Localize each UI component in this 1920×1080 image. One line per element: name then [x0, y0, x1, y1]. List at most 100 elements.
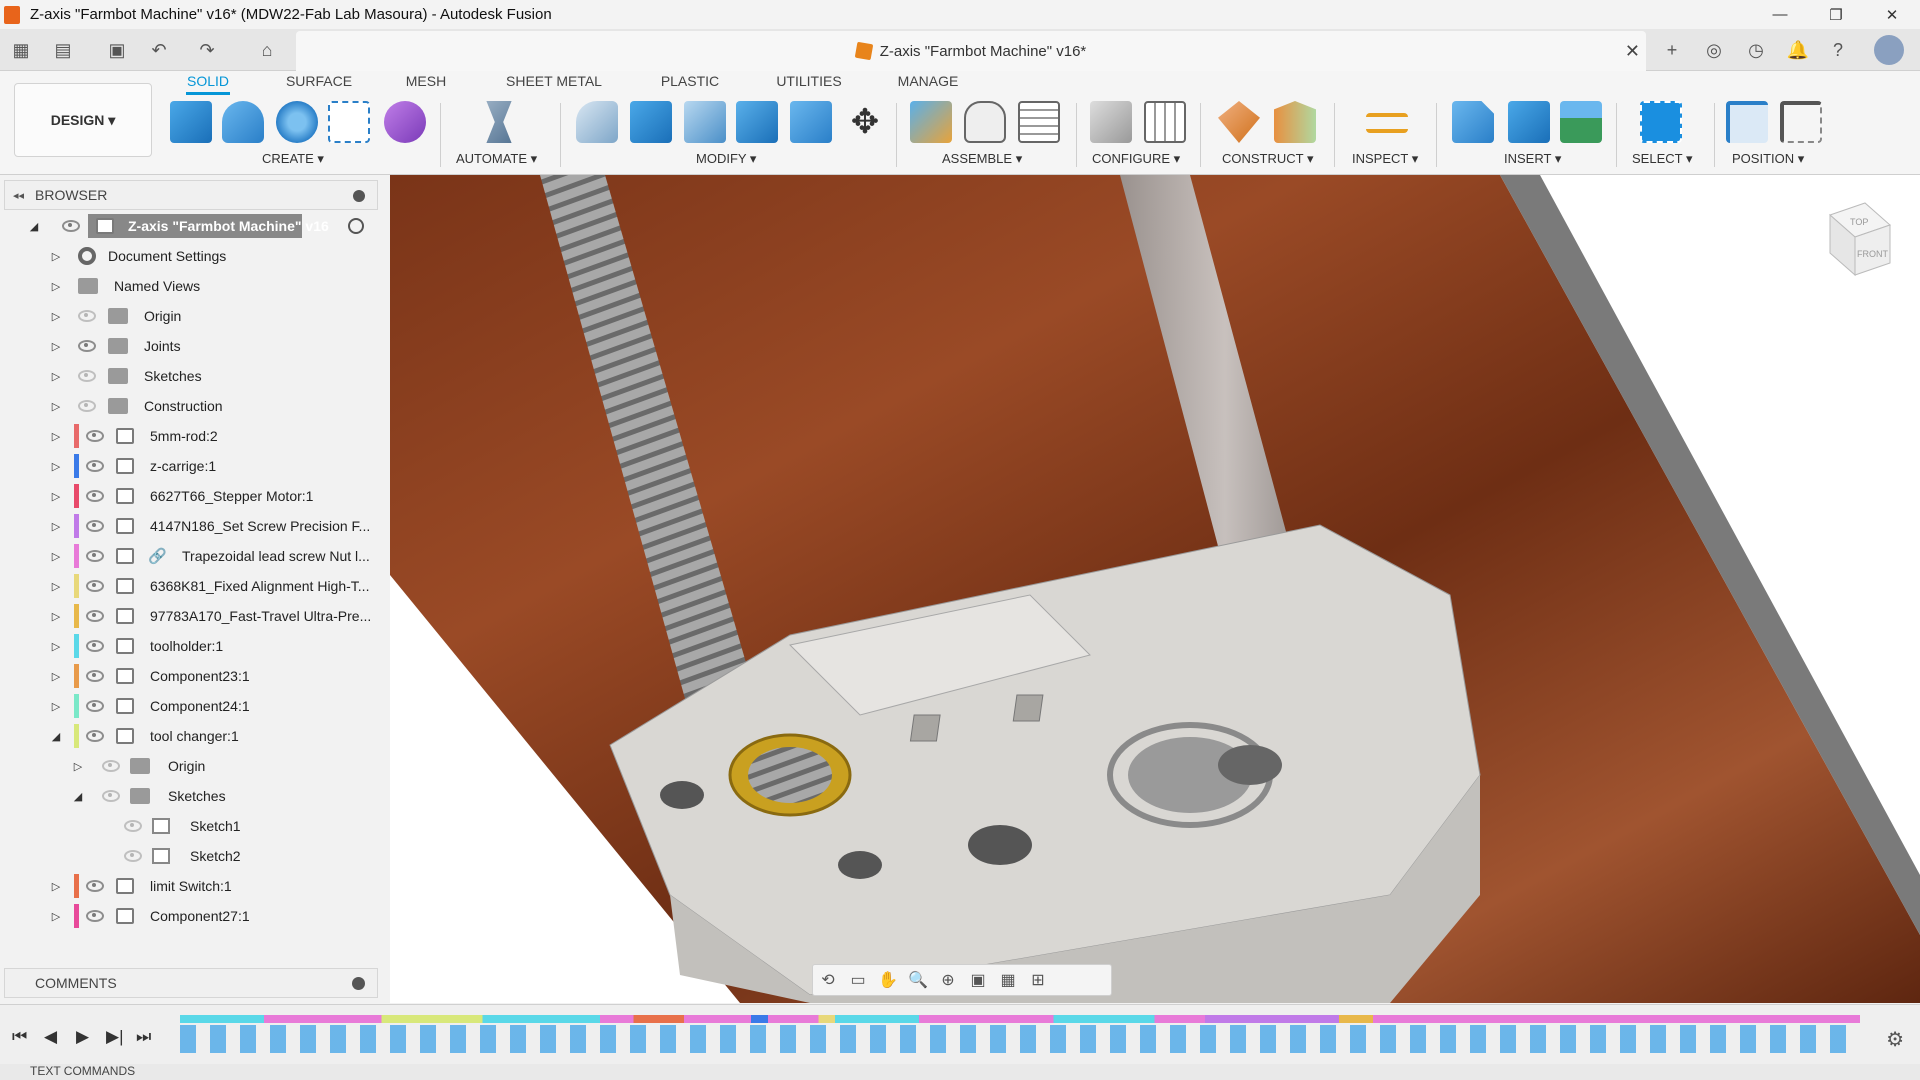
collapse-browser-icon[interactable]: ◂◂ — [13, 189, 24, 202]
view-cube[interactable]: TOP FRONT — [1810, 195, 1900, 285]
group-assemble[interactable]: ASSEMBLE ▾ — [942, 151, 1022, 167]
tab-plastic[interactable]: PLASTIC — [658, 73, 722, 95]
new-tab-plus-icon[interactable]: + — [1660, 38, 1684, 62]
collapse-triangle-icon[interactable]: ◢ — [72, 790, 84, 803]
home-icon[interactable]: ⌂ — [256, 39, 278, 61]
tree-item[interactable]: ▷ Sketches — [4, 362, 378, 390]
play-icon[interactable]: ▶ — [76, 1027, 89, 1047]
grid-settings-icon[interactable]: ▦ — [993, 970, 1023, 990]
joint-icon[interactable] — [964, 101, 1006, 143]
tree-item[interactable]: ◢ tool changer:1 — [4, 722, 378, 750]
go-to-end-icon[interactable]: ⏭ — [136, 1027, 151, 1047]
visibility-eye-icon[interactable] — [78, 310, 96, 322]
expand-triangle-icon[interactable]: ▷ — [50, 370, 62, 383]
group-create[interactable]: CREATE ▾ — [262, 151, 324, 167]
document-tab[interactable]: Z-axis "Farmbot Machine" v16* ✕ — [296, 31, 1646, 71]
visibility-eye-icon[interactable] — [86, 520, 104, 532]
close-window-button[interactable]: ✕ — [1864, 0, 1920, 29]
expand-triangle-icon[interactable]: ▷ — [50, 610, 62, 623]
tree-item[interactable]: ▷ Component24:1 — [4, 692, 378, 720]
expand-triangle-icon[interactable]: ▷ — [50, 430, 62, 443]
visibility-eye-icon[interactable] — [124, 820, 142, 832]
expand-triangle-icon[interactable]: ▷ — [50, 250, 62, 263]
document-close-button[interactable]: ✕ — [1625, 41, 1640, 62]
group-position[interactable]: POSITION ▾ — [1732, 151, 1804, 167]
tree-item[interactable]: ▷ Origin — [4, 302, 378, 330]
timeline-features[interactable] — [180, 1025, 1860, 1053]
notifications-bell-icon[interactable]: 🔔 — [1786, 38, 1810, 62]
visibility-eye-icon[interactable] — [86, 550, 104, 562]
revert-position-icon[interactable] — [1780, 101, 1822, 143]
tree-item[interactable]: ▷ Component27:1 — [4, 902, 378, 930]
look-at-icon[interactable]: ▭ — [843, 970, 873, 990]
data-panel-grid-icon[interactable]: ▦ — [10, 39, 32, 61]
visibility-eye-icon[interactable] — [86, 730, 104, 742]
insert-derive-icon[interactable] — [1452, 101, 1494, 143]
tree-item[interactable]: ▷ z-carrige:1 — [4, 452, 378, 480]
zoom-window-icon[interactable]: ⊕ — [933, 970, 963, 990]
expand-triangle-icon[interactable]: ▷ — [50, 670, 62, 683]
select-icon[interactable] — [1640, 101, 1682, 143]
shell-icon[interactable] — [684, 101, 726, 143]
visibility-eye-icon[interactable] — [86, 880, 104, 892]
expand-triangle-icon[interactable]: ▷ — [50, 310, 62, 323]
visibility-eye-icon[interactable] — [86, 700, 104, 712]
extrude-icon[interactable] — [222, 101, 264, 143]
tree-item[interactable]: ▷ 5mm-rod:2 — [4, 422, 378, 450]
tree-item[interactable]: ▷ 97783A170_Fast-Travel Ultra-Pre... — [4, 602, 378, 630]
midplane-icon[interactable] — [1274, 101, 1316, 143]
expand-triangle-icon[interactable]: ▷ — [50, 340, 62, 353]
tree-item[interactable]: ▷ Component23:1 — [4, 662, 378, 690]
redo-icon[interactable]: ↷ — [196, 39, 218, 61]
visibility-eye-icon[interactable] — [78, 370, 96, 382]
offset-plane-icon[interactable] — [1218, 101, 1260, 143]
visibility-eye-icon[interactable] — [86, 490, 104, 502]
expand-triangle-icon[interactable]: ▷ — [50, 580, 62, 593]
configuration-table-icon[interactable] — [1144, 101, 1186, 143]
expand-triangle-icon[interactable]: ▷ — [50, 640, 62, 653]
measure-icon[interactable] — [1366, 113, 1408, 133]
group-modify[interactable]: MODIFY ▾ — [696, 151, 756, 167]
expand-triangle-icon[interactable]: ▷ — [72, 760, 84, 773]
visibility-eye-icon[interactable] — [62, 220, 80, 232]
tab-mesh[interactable]: MESH — [404, 73, 448, 95]
tree-item[interactable]: ▷ Origin — [4, 752, 378, 780]
combine-icon[interactable] — [736, 101, 778, 143]
visibility-eye-icon[interactable] — [124, 850, 142, 862]
tree-item[interactable]: ◢ Sketches — [4, 782, 378, 810]
step-forward-icon[interactable]: ▶| — [106, 1027, 124, 1047]
visibility-eye-icon[interactable] — [86, 460, 104, 472]
tree-item[interactable]: ▷ Named Views — [4, 272, 378, 300]
timeline-settings-gear-icon[interactable]: ⚙ — [1886, 1027, 1904, 1052]
orbit-icon[interactable]: ⟲ — [813, 970, 843, 990]
visibility-eye-icon[interactable] — [86, 610, 104, 622]
new-component-assemble-icon[interactable] — [910, 101, 952, 143]
workspace-switcher-button[interactable]: DESIGN ▾ — [14, 83, 152, 157]
expand-triangle-icon[interactable]: ▷ — [50, 280, 62, 293]
step-back-icon[interactable]: ◀ — [44, 1027, 57, 1047]
expand-triangle-icon[interactable]: ▷ — [50, 700, 62, 713]
collapse-triangle-icon[interactable]: ◢ — [50, 730, 62, 743]
undo-icon[interactable]: ↶ — [148, 39, 170, 61]
display-settings-icon[interactable]: ▣ — [963, 970, 993, 990]
expand-triangle-icon[interactable]: ▷ — [50, 550, 62, 563]
pan-hand-icon[interactable]: ✋ — [873, 970, 903, 990]
canvas-viewport[interactable] — [390, 175, 1920, 1003]
tree-item[interactable]: Sketch1 — [4, 812, 378, 840]
expand-triangle-icon[interactable]: ▷ — [50, 910, 62, 923]
bill-of-materials-icon[interactable] — [1018, 101, 1060, 143]
tree-item[interactable]: ▷ Document Settings — [4, 242, 378, 270]
minimize-button[interactable]: — — [1752, 0, 1808, 29]
restore-button[interactable]: ❐ — [1808, 0, 1864, 29]
tree-item[interactable]: ▷ Joints — [4, 332, 378, 360]
zoom-icon[interactable]: 🔍 — [903, 970, 933, 990]
help-icon[interactable]: ? — [1826, 38, 1850, 62]
expand-triangle-icon[interactable]: ▷ — [50, 520, 62, 533]
tree-item[interactable]: ▷ 6368K81_Fixed Alignment High-T... — [4, 572, 378, 600]
visibility-eye-icon[interactable] — [78, 340, 96, 352]
tree-item[interactable]: ▷ 6627T66_Stepper Motor:1 — [4, 482, 378, 510]
tree-item[interactable]: ▷ limit Switch:1 — [4, 872, 378, 900]
visibility-eye-icon[interactable] — [86, 640, 104, 652]
file-menu-icon[interactable]: ▤ — [52, 39, 74, 61]
group-construct[interactable]: CONSTRUCT ▾ — [1222, 151, 1314, 167]
